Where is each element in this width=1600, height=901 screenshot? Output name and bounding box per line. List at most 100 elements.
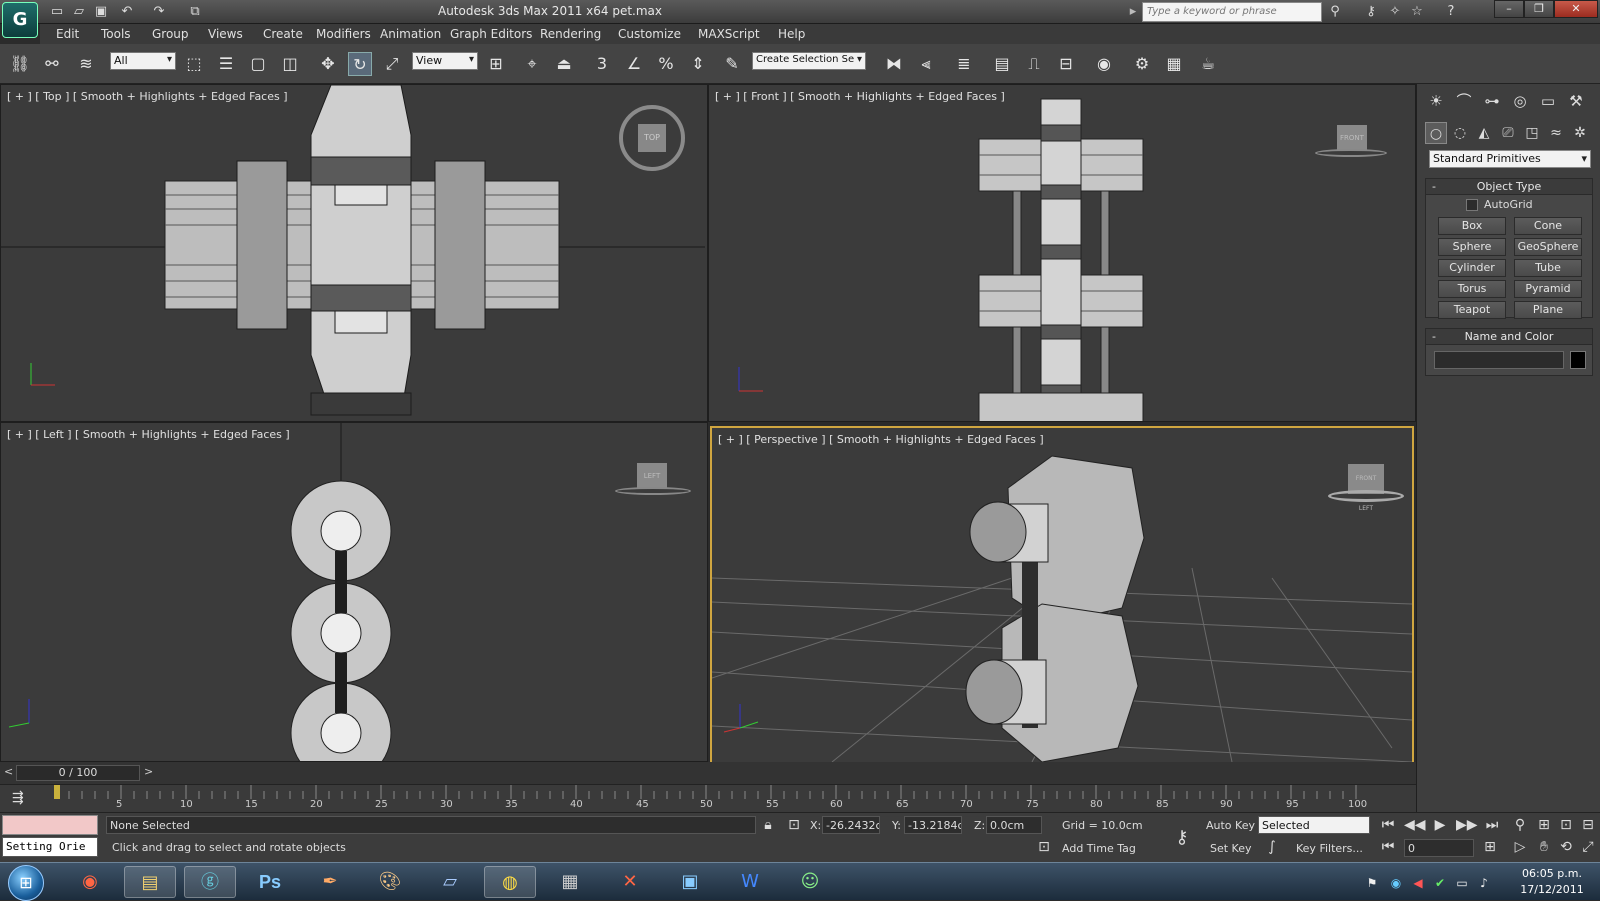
layer-manager-icon[interactable]: ≣ [952, 52, 976, 76]
maxscript-listener-input[interactable]: Setting Orie [2, 837, 98, 857]
close-button[interactable]: ✕ [1554, 0, 1598, 18]
maxscript-listener-pink[interactable] [2, 815, 98, 835]
select-object-icon[interactable]: ⬚ [182, 52, 206, 76]
application-button[interactable]: G [2, 2, 38, 38]
clock-date[interactable]: 17/12/2011 [1512, 883, 1592, 896]
viewport-top-label[interactable]: [ + ] [ Top ] [ Smooth + Highlights + Ed… [7, 90, 288, 103]
taskbar-word-icon[interactable]: W [724, 866, 776, 898]
systems-icon[interactable]: ✲ [1569, 122, 1591, 144]
clock-time[interactable]: 06:05 p.m. [1512, 867, 1592, 880]
previous-frame-icon[interactable]: ◀◀ [1404, 817, 1426, 833]
tube-button[interactable]: Tube [1514, 259, 1582, 277]
key-filters-button[interactable]: Key Filters... [1296, 842, 1363, 855]
viewport-front[interactable]: [ + ] [ Front ] [ Smooth + Highlights + … [708, 84, 1416, 422]
maximize-button[interactable]: ❐ [1524, 0, 1554, 18]
field-of-view-icon[interactable]: ▷ [1510, 839, 1530, 855]
search-input[interactable]: Type a keyword or phrase [1142, 2, 1322, 22]
viewcube-top[interactable]: TOP [619, 105, 685, 171]
z-coordinate-field[interactable]: 0.0cm [986, 816, 1042, 834]
helpers-icon[interactable]: ◳ [1521, 122, 1543, 144]
snaps-toggle-icon[interactable]: 3 [590, 52, 614, 76]
menu-edit[interactable]: Edit [56, 27, 79, 41]
maximize-viewport-icon[interactable]: ⤢ [1578, 839, 1598, 855]
zoom-extents-icon[interactable]: ⊡ [1556, 817, 1576, 833]
viewport-perspective[interactable]: [ + ] [ Perspective ] [ Smooth + Highlig… [710, 426, 1414, 764]
time-tag-icon[interactable]: ⊡ [1034, 839, 1054, 855]
open-file-icon[interactable]: ▱ [70, 3, 88, 21]
redo-icon[interactable]: ↷ [150, 3, 168, 21]
undo-icon[interactable]: ↶ [118, 3, 136, 21]
shapes-icon[interactable]: ◌ [1449, 122, 1471, 144]
track-bar[interactable]: ⇶ 5 10 15 20 25 30 35 40 45 50 55 60 65 … [0, 784, 1416, 812]
menu-customize[interactable]: Customize [618, 27, 681, 41]
taskbar-app-flashget-icon[interactable]: ◉ [64, 866, 116, 898]
binoculars-icon[interactable]: ⚲ [1326, 3, 1344, 21]
render-production-icon[interactable]: ☕ [1196, 52, 1220, 76]
edit-named-selection-icon[interactable]: ✎ [720, 52, 744, 76]
rectangular-selection-icon[interactable]: ▢ [246, 52, 270, 76]
next-frame-icon[interactable]: ▶▶ [1456, 817, 1478, 833]
selection-filter-dropdown[interactable]: All [110, 52, 176, 70]
select-manipulate-icon[interactable]: ⌖ [520, 52, 544, 76]
tray-security-icon[interactable]: ◀ [1410, 875, 1426, 891]
move-icon[interactable]: ✥ [316, 52, 340, 76]
curve-editor-icon[interactable]: ⎍ [1022, 52, 1046, 76]
current-frame-marker[interactable] [54, 785, 60, 799]
x-coordinate-field[interactable]: -26.2432cr [822, 816, 880, 834]
keyboard-shortcut-override-icon[interactable]: ⏏ [552, 52, 576, 76]
geometry-icon[interactable]: ○ [1425, 122, 1447, 144]
orbit-icon[interactable]: ⟲ [1556, 839, 1576, 855]
search-expand-icon[interactable]: ▸ [1124, 3, 1142, 21]
viewport-left[interactable]: [ + ] [ Left ] [ Smooth + Highlights + E… [0, 422, 708, 762]
y-coordinate-field[interactable]: -13.2184cr [904, 816, 962, 834]
menu-tools[interactable]: Tools [101, 27, 131, 41]
set-key-mode-key-icon[interactable]: ⚷ [1172, 827, 1192, 848]
viewport-front-label[interactable]: [ + ] [ Front ] [ Smooth + Highlights + … [715, 90, 1005, 103]
create-tab-icon[interactable]: ☀ [1425, 90, 1447, 112]
key-mode-toggle-icon[interactable]: ⏮ [1378, 839, 1398, 855]
taskbar-tool-icon[interactable]: ✕ [604, 866, 656, 898]
torus-button[interactable]: Torus [1438, 280, 1506, 298]
satellite-icon[interactable]: ✧ [1386, 3, 1404, 21]
space-warps-icon[interactable]: ≈ [1545, 122, 1567, 144]
pyramid-button[interactable]: Pyramid [1514, 280, 1582, 298]
time-next-icon[interactable]: > [144, 765, 153, 778]
select-link-icon[interactable]: ⛓ [8, 52, 32, 76]
new-file-icon[interactable]: ▭ [48, 3, 66, 21]
bind-space-warp-icon[interactable]: ≋ [74, 52, 98, 76]
menu-create[interactable]: Create [263, 27, 303, 41]
spinner-snap-icon[interactable]: ⇕ [686, 52, 710, 76]
current-frame-field[interactable]: 0 [1404, 839, 1474, 857]
time-slider[interactable]: 0 / 100 [16, 765, 140, 781]
taskbar-notes-icon[interactable]: ▱ [424, 866, 476, 898]
go-to-start-icon[interactable]: ⏮ [1378, 817, 1398, 833]
box-button[interactable]: Box [1438, 217, 1506, 235]
taskbar-paint-icon[interactable]: 🎨︎ [364, 866, 416, 898]
motion-tab-icon[interactable]: ◎ [1509, 90, 1531, 112]
viewport-left-label[interactable]: [ + ] [ Left ] [ Smooth + Highlights + E… [7, 428, 290, 441]
play-icon[interactable]: ▶ [1430, 817, 1450, 833]
object-color-swatch[interactable] [1570, 351, 1586, 369]
select-by-name-icon[interactable]: ☰ [214, 52, 238, 76]
percent-snap-icon[interactable]: % [654, 52, 678, 76]
curve-editor-mini-icon[interactable]: ⇶ [12, 790, 24, 806]
taskbar-screen-icon[interactable]: ▣ [664, 866, 716, 898]
absolute-mode-icon[interactable]: ⊡ [784, 817, 804, 833]
favorites-star-icon[interactable]: ☆ [1408, 3, 1426, 21]
menu-group[interactable]: Group [152, 27, 189, 41]
tray-network-globe-icon[interactable]: ◉ [1388, 875, 1404, 891]
taskbar-chrome-icon[interactable]: ◍ [484, 866, 536, 898]
taskbar-explorer-icon[interactable]: ▤ [124, 866, 176, 898]
menu-modifiers[interactable]: Modifiers [316, 27, 371, 41]
cone-button[interactable]: Cone [1514, 217, 1582, 235]
geosphere-button[interactable]: GeoSphere [1514, 238, 1582, 256]
utilities-tab-icon[interactable]: ⚒ [1565, 90, 1587, 112]
name-and-color-header[interactable]: - Name and Color [1426, 329, 1592, 345]
cameras-icon[interactable]: ⎚ [1497, 122, 1519, 144]
pan-icon[interactable]: ✋︎ [1534, 839, 1554, 855]
teapot-button[interactable]: Teapot [1438, 301, 1506, 319]
default-tangents-icon[interactable]: ∫ [1262, 839, 1282, 855]
minimize-button[interactable]: – [1494, 0, 1524, 18]
material-editor-icon[interactable]: ◉ [1092, 52, 1116, 76]
zoom-icon[interactable]: ⚲ [1510, 817, 1530, 833]
